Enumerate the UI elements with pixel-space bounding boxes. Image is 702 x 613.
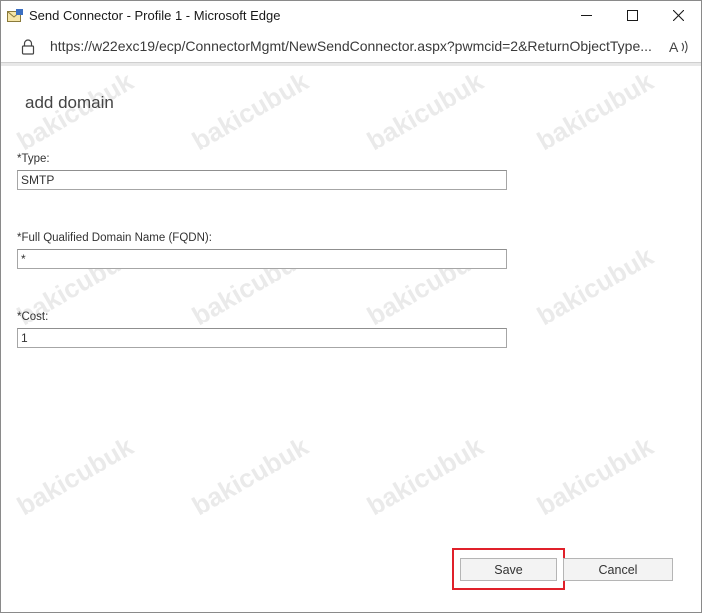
watermark: bakicubuk <box>531 65 659 157</box>
exchange-envelope-icon <box>7 9 23 23</box>
minimize-button[interactable] <box>563 1 609 32</box>
maximize-button[interactable] <box>609 1 655 32</box>
close-button[interactable] <box>655 1 701 32</box>
fqdn-label: *Full Qualified Domain Name (FQDN): <box>17 232 212 244</box>
watermark: bakicubuk <box>361 430 489 522</box>
minimize-icon <box>580 8 592 26</box>
save-button[interactable]: Save <box>460 558 557 581</box>
fqdn-input[interactable]: * <box>17 249 507 269</box>
watermark: bakicubuk <box>11 430 139 522</box>
read-aloud-icon[interactable]: A <box>669 38 689 56</box>
watermark: bakicubuk <box>531 240 659 332</box>
watermark: bakicubuk <box>531 430 659 522</box>
watermark: bakicubuk <box>186 430 314 522</box>
watermark: bakicubuk <box>186 65 314 157</box>
window-title: Send Connector - Profile 1 - Microsoft E… <box>29 8 281 23</box>
type-label: *Type: <box>17 153 50 165</box>
maximize-icon <box>626 8 638 26</box>
page-content: bakicubuk bakicubuk bakicubuk bakicubuk … <box>1 66 701 612</box>
cost-input[interactable]: 1 <box>17 328 507 348</box>
cost-label: *Cost: <box>17 311 49 323</box>
svg-text:A: A <box>669 39 679 55</box>
watermark: bakicubuk <box>361 65 489 157</box>
lock-icon[interactable] <box>21 39 35 55</box>
browser-window: Send Connector - Profile 1 - Microsoft E… <box>0 0 702 613</box>
title-bar: Send Connector - Profile 1 - Microsoft E… <box>1 1 701 32</box>
address-bar[interactable]: https://w22exc19/ecp/ConnectorMgmt/NewSe… <box>1 32 701 62</box>
url-text[interactable]: https://w22exc19/ecp/ConnectorMgmt/NewSe… <box>50 38 660 54</box>
type-field[interactable]: SMTP <box>17 170 507 190</box>
page-title: add domain <box>25 93 114 112</box>
cancel-button[interactable]: Cancel <box>563 558 673 581</box>
close-icon <box>672 8 684 26</box>
